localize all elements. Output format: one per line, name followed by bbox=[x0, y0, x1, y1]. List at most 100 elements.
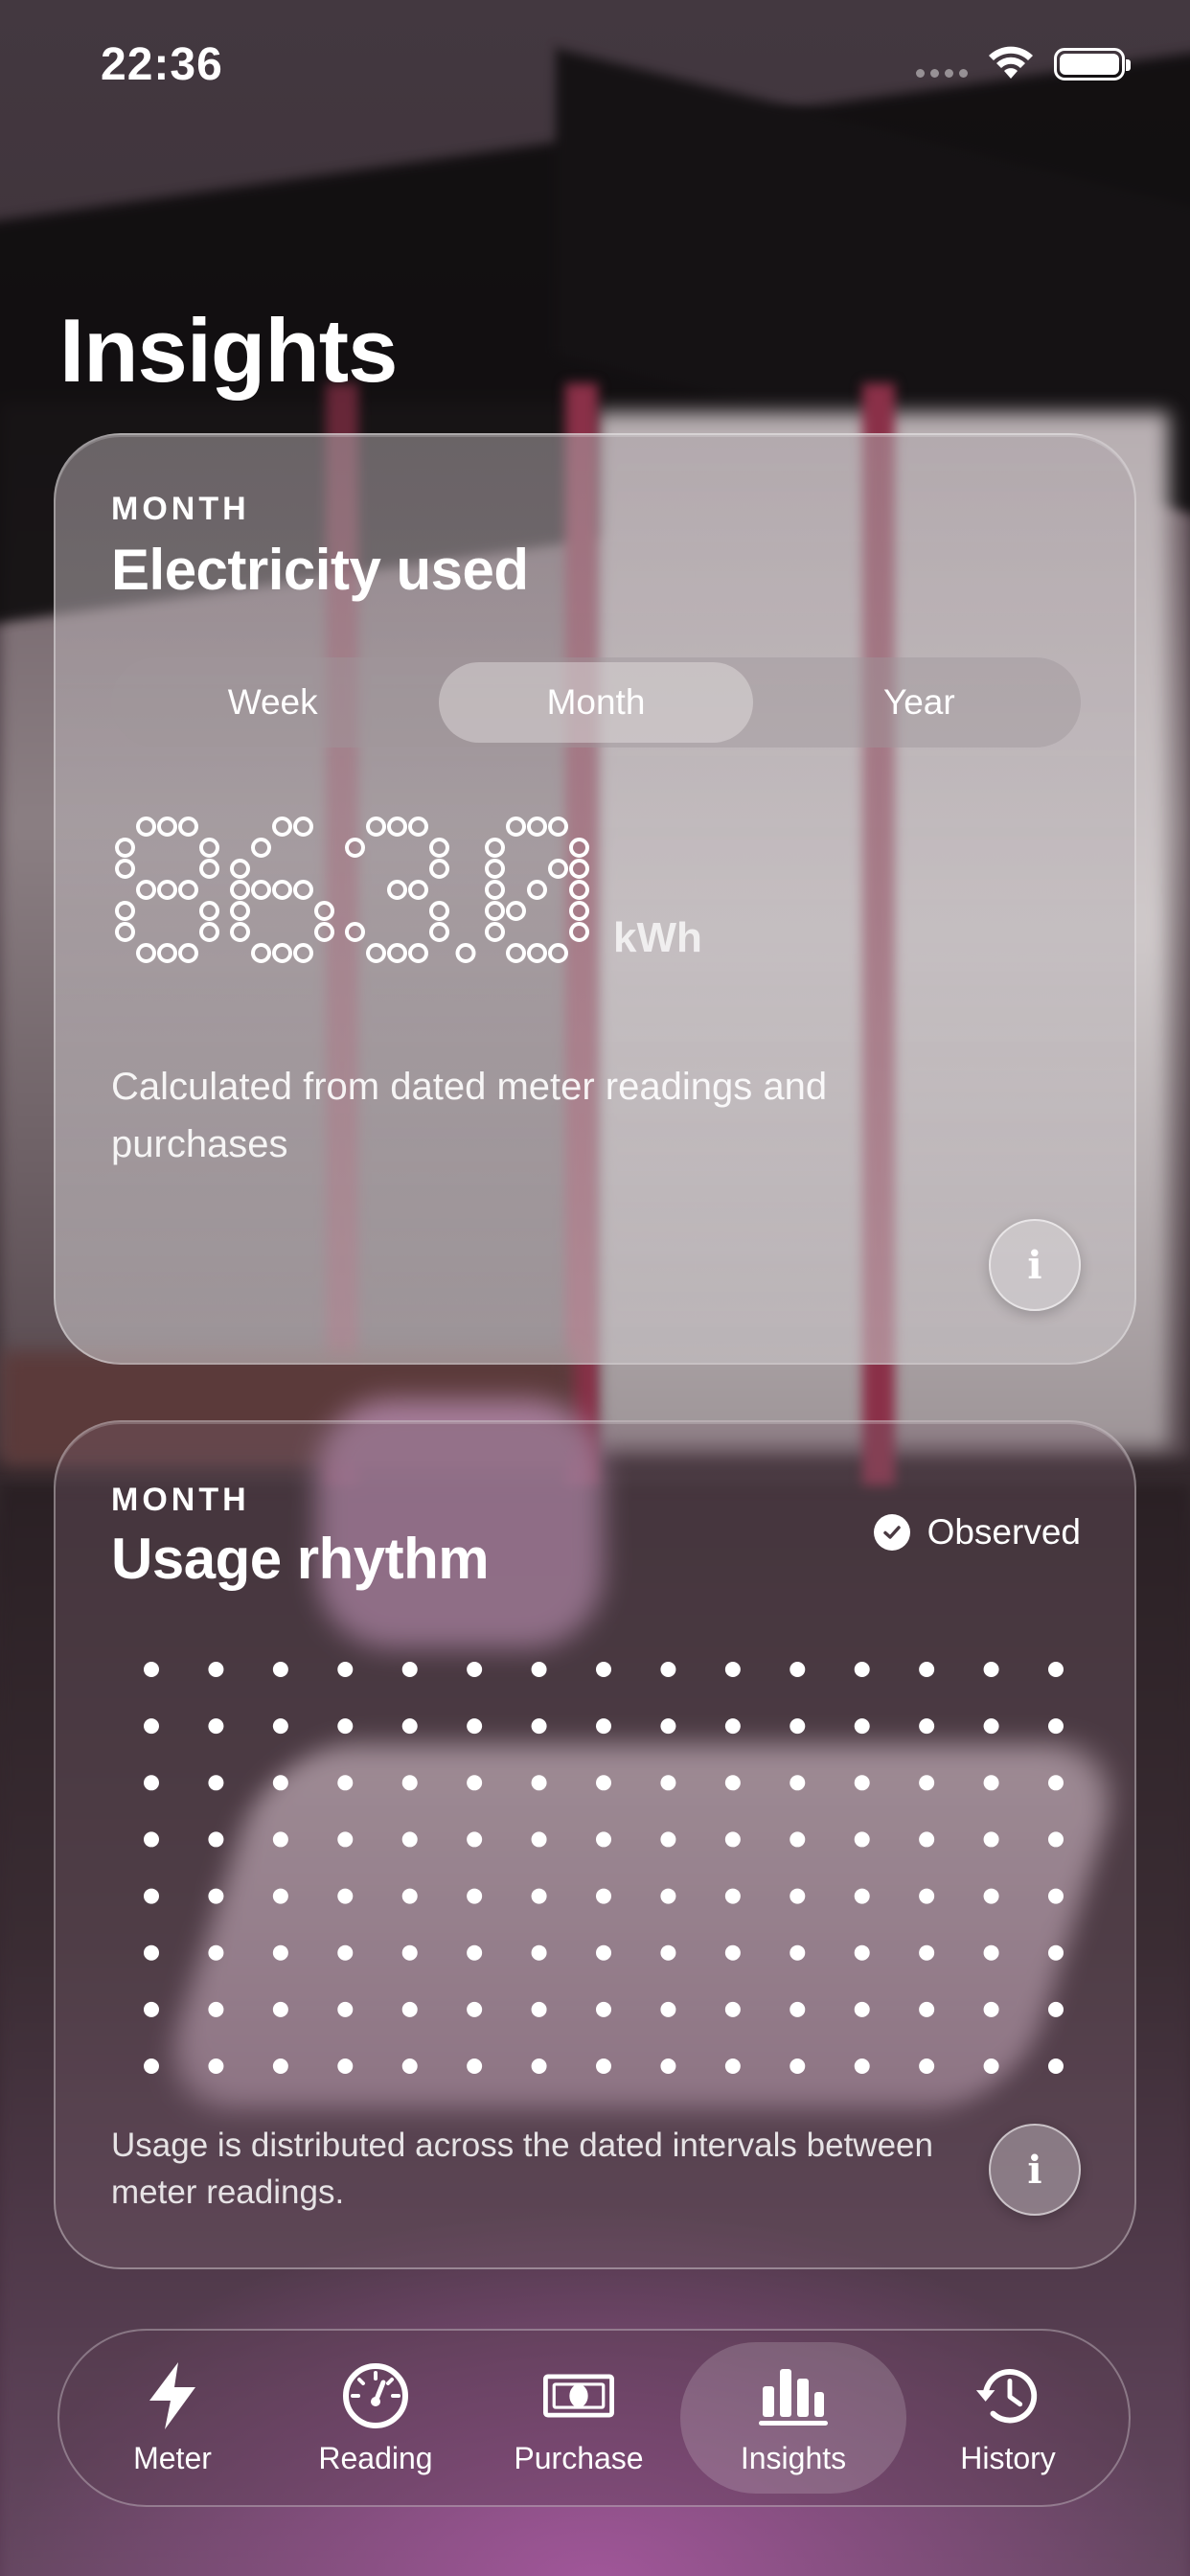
rhythm-dot bbox=[919, 1831, 935, 1848]
tab-history[interactable]: History bbox=[906, 2342, 1110, 2494]
rhythm-dot bbox=[724, 1718, 741, 1735]
tab-insights[interactable]: Insights bbox=[680, 2342, 906, 2494]
value-dot bbox=[178, 816, 198, 837]
value-dot bbox=[115, 901, 135, 921]
rhythm-dot bbox=[790, 1944, 806, 1961]
rhythm-dot bbox=[983, 2058, 999, 2074]
rhythm-dot bbox=[208, 1662, 224, 1677]
rhythm-dot bbox=[724, 1831, 741, 1848]
rhythm-dot bbox=[919, 1775, 935, 1791]
rhythm-dot bbox=[1048, 1662, 1064, 1677]
rhythm-dot bbox=[208, 1944, 224, 1961]
tab-meter[interactable]: Meter bbox=[71, 2342, 274, 2494]
value-dot bbox=[569, 901, 589, 921]
rhythm-dot bbox=[596, 1944, 611, 1961]
rhythm-dot bbox=[337, 1944, 354, 1961]
value-dot bbox=[345, 922, 365, 942]
rhythm-dot bbox=[272, 1888, 288, 1904]
usage-description: Calculated from dated meter readings and… bbox=[111, 1066, 828, 1165]
rhythm-dot bbox=[337, 2058, 354, 2074]
rhythm-dot bbox=[531, 1662, 547, 1677]
card-eyebrow: MONTH bbox=[111, 1482, 250, 1518]
segment-week[interactable]: Week bbox=[116, 662, 429, 743]
status-bar: 22:36 bbox=[0, 0, 1190, 134]
rhythm-dot bbox=[208, 1888, 224, 1904]
value-dot bbox=[408, 816, 428, 837]
rhythm-dot bbox=[919, 1662, 935, 1677]
value-dot bbox=[569, 880, 589, 900]
tab-bar: Meter Reading Purchase Insights History bbox=[57, 2329, 1131, 2507]
usage-rhythm-card: MONTH Usage rhythm Observed Usage is dis… bbox=[54, 1420, 1136, 2269]
cellular-signal-icon bbox=[916, 69, 968, 78]
electricity-used-card: MONTH Electricity used Week Month Year 8… bbox=[54, 433, 1136, 1365]
value-dot bbox=[387, 943, 407, 963]
value-dot bbox=[408, 880, 428, 900]
rhythm-dot bbox=[854, 1831, 870, 1848]
rhythm-dot bbox=[724, 1888, 741, 1904]
rhythm-dot bbox=[596, 1775, 611, 1791]
segment-year[interactable]: Year bbox=[763, 662, 1076, 743]
rhythm-dot bbox=[401, 1831, 418, 1848]
segment-month[interactable]: Month bbox=[439, 662, 753, 743]
rhythm-dot bbox=[467, 1662, 483, 1677]
rhythm-dot bbox=[854, 2001, 870, 2017]
tab-purchase[interactable]: Purchase bbox=[477, 2342, 680, 2494]
rhythm-dot bbox=[724, 2001, 741, 2017]
value-dot bbox=[199, 838, 219, 858]
info-button[interactable]: i bbox=[989, 1219, 1081, 1311]
value-dot bbox=[429, 838, 449, 858]
info-button[interactable]: i bbox=[989, 2124, 1081, 2216]
rhythm-dot bbox=[724, 1662, 741, 1677]
value-dot bbox=[272, 880, 292, 900]
value-dot bbox=[548, 859, 568, 879]
rhythm-dot bbox=[983, 1718, 999, 1735]
value-dot bbox=[230, 859, 250, 879]
usage-unit: kWh bbox=[613, 914, 702, 961]
rhythm-dot bbox=[854, 1718, 870, 1735]
value-dot bbox=[485, 922, 505, 942]
rhythm-dot bbox=[208, 1775, 224, 1791]
rhythm-dot bbox=[660, 1944, 676, 1961]
rhythm-dot bbox=[337, 1718, 354, 1735]
rhythm-dot bbox=[724, 2058, 741, 2074]
battery-icon bbox=[1054, 48, 1131, 80]
rhythm-dot bbox=[983, 2001, 999, 2017]
usage-value-dot-display: 863,0 bbox=[115, 816, 589, 963]
value-dot bbox=[251, 880, 271, 900]
rhythm-dot bbox=[144, 2058, 159, 2074]
value-dot bbox=[314, 901, 334, 921]
tab-reading[interactable]: Reading bbox=[274, 2342, 477, 2494]
value-dot bbox=[548, 943, 568, 963]
rhythm-dot bbox=[854, 1888, 870, 1904]
value-dot bbox=[485, 859, 505, 879]
rhythm-dot bbox=[983, 1831, 999, 1848]
value-dot bbox=[408, 943, 428, 963]
rhythm-note: Usage is distributed across the dated in… bbox=[111, 2127, 933, 2211]
rhythm-dot bbox=[467, 1888, 483, 1904]
rhythm-dot bbox=[208, 1831, 224, 1848]
gauge-icon bbox=[340, 2360, 411, 2431]
rhythm-dot bbox=[531, 2001, 547, 2017]
value-dot bbox=[293, 943, 313, 963]
value-dot bbox=[178, 943, 198, 963]
info-icon: i bbox=[1027, 1242, 1042, 1288]
page-title: Insights bbox=[59, 300, 398, 401]
rhythm-dot bbox=[790, 1775, 806, 1791]
rhythm-dot bbox=[144, 1944, 159, 1961]
rhythm-dot bbox=[660, 1775, 676, 1791]
rhythm-dot bbox=[467, 1775, 483, 1791]
value-dot bbox=[506, 901, 526, 921]
rhythm-dot bbox=[596, 1718, 611, 1735]
rhythm-dot bbox=[144, 1775, 159, 1791]
rhythm-dot bbox=[401, 1888, 418, 1904]
rhythm-dot bbox=[531, 1888, 547, 1904]
rhythm-dot bbox=[531, 1775, 547, 1791]
rhythm-dot bbox=[208, 1718, 224, 1735]
value-dot bbox=[230, 901, 250, 921]
rhythm-dot bbox=[919, 1888, 935, 1904]
rhythm-dot bbox=[724, 1775, 741, 1791]
rhythm-dot bbox=[1048, 1888, 1064, 1904]
bolt-icon bbox=[137, 2360, 208, 2431]
rhythm-dot bbox=[531, 1831, 547, 1848]
value-dot bbox=[293, 816, 313, 837]
